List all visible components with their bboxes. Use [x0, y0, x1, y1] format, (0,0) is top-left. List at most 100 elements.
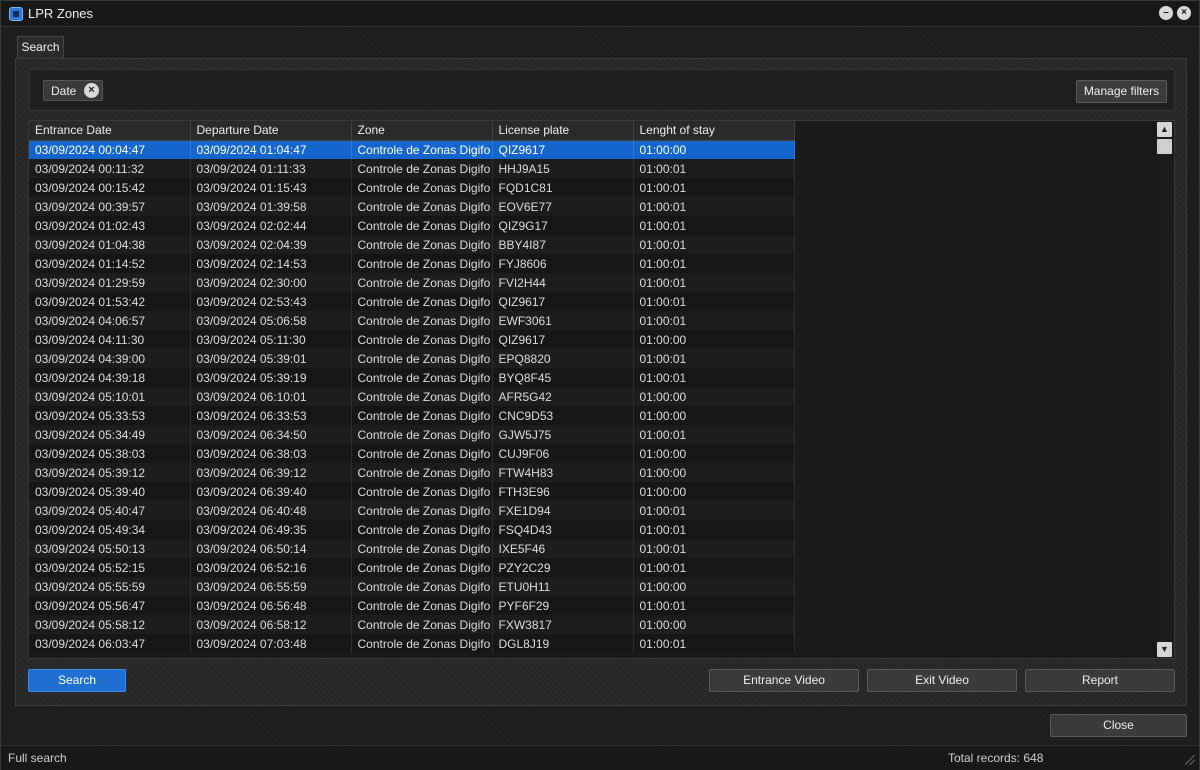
table-row[interactable]: 03/09/2024 05:58:12 03/09/2024 06:58:12 Co… [29, 615, 795, 634]
filter-chip-date[interactable]: Date × [43, 80, 103, 101]
tab-search[interactable]: Search [17, 36, 64, 58]
table-row[interactable]: 03/09/2024 01:53:42 03/09/2024 02:53:43 Co… [29, 292, 795, 311]
status-bar: Full search Total records: 648 [1, 745, 1199, 770]
cell-zone: Controle de Zonas Digifo [351, 406, 493, 425]
table-row[interactable]: 03/09/2024 05:50:13 03/09/2024 06:50:14 Co… [29, 539, 795, 558]
cell-zone: Controle de Zonas Digifo [351, 425, 493, 444]
cell-departure-date: 03/09/2024 05:06:58 [190, 311, 352, 330]
table-row[interactable]: 03/09/2024 00:11:32 03/09/2024 01:11:33 Co… [29, 159, 795, 178]
cell-license-plate: FTH3E96 [492, 482, 634, 501]
cell-zone: Controle de Zonas Digifo [351, 463, 493, 482]
cell-zone: Controle de Zonas Digifo [351, 349, 493, 368]
cell-entrance-date: 03/09/2024 05:39:40 [29, 482, 191, 501]
entrance-video-button[interactable]: Entrance Video [709, 669, 859, 692]
app-icon [9, 7, 23, 21]
filter-bar [29, 69, 1175, 111]
lpr-zones-window: LPR Zones – × Search Date × Manage filte… [0, 0, 1200, 770]
close-circle-icon[interactable]: × [84, 83, 99, 98]
scrollbar-thumb[interactable] [1157, 139, 1172, 154]
chevron-down-icon[interactable]: ▼ [1157, 642, 1172, 657]
cell-departure-date: 03/09/2024 06:34:50 [190, 425, 352, 444]
cell-departure-date: 03/09/2024 02:53:43 [190, 292, 352, 311]
cell-entrance-date: 03/09/2024 05:49:34 [29, 520, 191, 539]
column-header-zone[interactable]: Zone [351, 121, 493, 141]
table-row[interactable]: 03/09/2024 05:38:03 03/09/2024 06:38:03 Co… [29, 444, 795, 463]
column-header-license-plate[interactable]: License plate [492, 121, 634, 141]
table-row[interactable]: 03/09/2024 05:49:34 03/09/2024 06:49:35 Co… [29, 520, 795, 539]
cell-zone: Controle de Zonas Digifo [351, 444, 493, 463]
cell-length-of-stay: 01:00:01 [633, 501, 795, 520]
cell-length-of-stay: 01:00:01 [633, 216, 795, 235]
cell-entrance-date: 03/09/2024 00:04:47 [29, 140, 191, 159]
cell-license-plate: FQD1C81 [492, 178, 634, 197]
cell-zone: Controle de Zonas Digifo [351, 197, 493, 216]
table-row[interactable]: 03/09/2024 04:39:18 03/09/2024 05:39:19 Co… [29, 368, 795, 387]
cell-zone: Controle de Zonas Digifo [351, 235, 493, 254]
cell-zone: Controle de Zonas Digifo [351, 292, 493, 311]
table-row[interactable]: 03/09/2024 05:56:47 03/09/2024 06:56:48 Co… [29, 596, 795, 615]
cell-license-plate: EOV6E77 [492, 197, 634, 216]
cell-entrance-date: 03/09/2024 06:03:47 [29, 634, 191, 653]
table-row[interactable]: 03/09/2024 05:40:47 03/09/2024 06:40:48 Co… [29, 501, 795, 520]
cell-entrance-date: 03/09/2024 05:38:03 [29, 444, 191, 463]
close-icon[interactable]: × [1177, 6, 1191, 20]
exit-video-button[interactable]: Exit Video [867, 669, 1017, 692]
search-button[interactable]: Search [28, 669, 126, 692]
minimize-icon[interactable]: – [1159, 6, 1173, 20]
table-row[interactable]: 03/09/2024 04:06:57 03/09/2024 05:06:58 Co… [29, 311, 795, 330]
table-row[interactable]: 03/09/2024 05:10:01 03/09/2024 06:10:01 Co… [29, 387, 795, 406]
cell-license-plate: QIZ9617 [492, 330, 634, 349]
column-header-length-of-stay[interactable]: Lenght of stay [633, 121, 795, 141]
table-row[interactable]: 03/09/2024 05:39:12 03/09/2024 06:39:12 Co… [29, 463, 795, 482]
cell-license-plate: DGL8J19 [492, 634, 634, 653]
cell-zone: Controle de Zonas Digifo [351, 387, 493, 406]
cell-departure-date: 03/09/2024 02:30:00 [190, 273, 352, 292]
vertical-scrollbar[interactable]: ▲ ▼ [1156, 122, 1173, 658]
cell-license-plate: PYF6F29 [492, 596, 634, 615]
cell-license-plate: EPQ8820 [492, 349, 634, 368]
close-button[interactable]: Close [1050, 714, 1187, 737]
cell-length-of-stay: 01:00:01 [633, 634, 795, 653]
table-row[interactable]: 03/09/2024 06:03:47 03/09/2024 07:03:48 Co… [29, 634, 795, 653]
results-table: Entrance Date Departure Date Zone Licens… [29, 121, 795, 653]
table-row[interactable]: 03/09/2024 05:55:59 03/09/2024 06:55:59 Co… [29, 577, 795, 596]
cell-length-of-stay: 01:00:01 [633, 254, 795, 273]
table-row[interactable]: 03/09/2024 05:33:53 03/09/2024 06:33:53 Co… [29, 406, 795, 425]
table-row[interactable]: 03/09/2024 01:02:43 03/09/2024 02:02:44 Co… [29, 216, 795, 235]
report-button[interactable]: Report [1025, 669, 1175, 692]
cell-entrance-date: 03/09/2024 01:29:59 [29, 273, 191, 292]
manage-filters-button[interactable]: Manage filters [1076, 80, 1167, 103]
cell-length-of-stay: 01:00:00 [633, 463, 795, 482]
table-row[interactable]: 03/09/2024 01:04:38 03/09/2024 02:04:39 Co… [29, 235, 795, 254]
cell-zone: Controle de Zonas Digifo [351, 159, 493, 178]
cell-departure-date: 03/09/2024 07:03:48 [190, 634, 352, 653]
cell-entrance-date: 03/09/2024 05:39:12 [29, 463, 191, 482]
resize-grip-icon[interactable] [1185, 755, 1195, 765]
column-header-departure-date[interactable]: Departure Date [190, 121, 352, 141]
cell-entrance-date: 03/09/2024 00:39:57 [29, 197, 191, 216]
table-header-row: Entrance Date Departure Date Zone Licens… [29, 121, 795, 141]
cell-zone: Controle de Zonas Digifo [351, 178, 493, 197]
table-row[interactable]: 03/09/2024 01:14:52 03/09/2024 02:14:53 Co… [29, 254, 795, 273]
cell-license-plate: FTW4H83 [492, 463, 634, 482]
table-row[interactable]: 03/09/2024 00:39:57 03/09/2024 01:39:58 Co… [29, 197, 795, 216]
table-row[interactable]: 03/09/2024 05:34:49 03/09/2024 06:34:50 Co… [29, 425, 795, 444]
cell-departure-date: 03/09/2024 05:11:30 [190, 330, 352, 349]
cell-entrance-date: 03/09/2024 05:50:13 [29, 539, 191, 558]
cell-length-of-stay: 01:00:00 [633, 330, 795, 349]
table-row[interactable]: 03/09/2024 04:11:30 03/09/2024 05:11:30 Co… [29, 330, 795, 349]
results-grid[interactable]: Entrance Date Departure Date Zone Licens… [28, 120, 1175, 659]
table-row[interactable]: 03/09/2024 00:04:47 03/09/2024 01:04:47 Co… [29, 140, 795, 159]
cell-departure-date: 03/09/2024 01:04:47 [190, 140, 352, 159]
cell-length-of-stay: 01:00:00 [633, 387, 795, 406]
table-row[interactable]: 03/09/2024 00:15:42 03/09/2024 01:15:43 Co… [29, 178, 795, 197]
cell-length-of-stay: 01:00:00 [633, 615, 795, 634]
table-row[interactable]: 03/09/2024 01:29:59 03/09/2024 02:30:00 Co… [29, 273, 795, 292]
table-row[interactable]: 03/09/2024 04:39:00 03/09/2024 05:39:01 Co… [29, 349, 795, 368]
cell-length-of-stay: 01:00:00 [633, 577, 795, 596]
cell-departure-date: 03/09/2024 06:56:48 [190, 596, 352, 615]
column-header-entrance-date[interactable]: Entrance Date [29, 121, 191, 141]
chevron-up-icon[interactable]: ▲ [1157, 122, 1172, 137]
table-row[interactable]: 03/09/2024 05:39:40 03/09/2024 06:39:40 Co… [29, 482, 795, 501]
table-row[interactable]: 03/09/2024 05:52:15 03/09/2024 06:52:16 Co… [29, 558, 795, 577]
